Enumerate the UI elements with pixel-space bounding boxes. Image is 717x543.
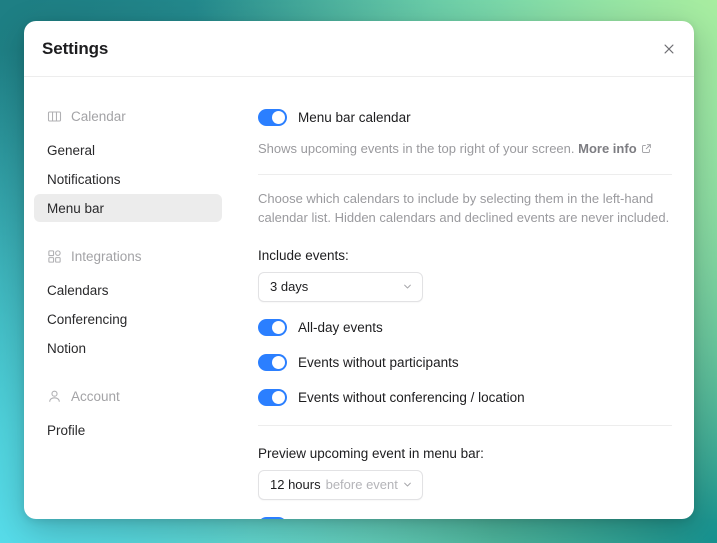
include-events-value: 3 days bbox=[270, 279, 309, 295]
all-day-events-toggle[interactable] bbox=[258, 319, 287, 337]
menu-bar-calendar-label: Menu bar calendar bbox=[298, 109, 411, 125]
events-without-conferencing-label: Events without conferencing / location bbox=[298, 390, 525, 406]
settings-sidebar: Calendar General Notifications Menu bar … bbox=[24, 77, 232, 519]
page-title: Settings bbox=[42, 38, 109, 58]
events-without-conferencing-toggle[interactable] bbox=[258, 389, 287, 407]
sidebar-section-calendar: Calendar bbox=[34, 105, 222, 127]
sidebar-section-integrations: Integrations bbox=[34, 245, 222, 267]
event-title-label: Event title bbox=[298, 518, 357, 519]
events-without-participants-row: Events without participants bbox=[258, 351, 672, 375]
blocks-grid-icon bbox=[48, 249, 61, 263]
calendar-columns-icon bbox=[47, 110, 62, 122]
all-day-events-label: All-day events bbox=[298, 320, 383, 336]
close-button[interactable] bbox=[658, 38, 680, 60]
all-day-events-row: All-day events bbox=[258, 316, 672, 340]
toggle-knob bbox=[272, 321, 285, 335]
chevron-down-icon bbox=[404, 482, 411, 487]
include-events-toggle-list: All-day events Events without participan… bbox=[258, 316, 672, 410]
toggle-knob bbox=[272, 391, 285, 405]
settings-dialog: Settings Calendar General Notifications … bbox=[24, 21, 694, 519]
chevron-down-icon bbox=[404, 284, 411, 289]
sidebar-section-label: Account bbox=[71, 388, 120, 404]
menu-bar-calendar-row: Menu bar calendar bbox=[258, 105, 672, 129]
sidebar-item-notifications[interactable]: Notifications bbox=[34, 165, 222, 193]
toggle-knob bbox=[272, 110, 285, 124]
dialog-body: Calendar General Notifications Menu bar … bbox=[24, 77, 694, 519]
more-info-link[interactable]: More info bbox=[578, 141, 637, 156]
user-icon bbox=[49, 390, 60, 402]
helper-text-body: Shows upcoming events in the top right o… bbox=[258, 141, 575, 156]
sidebar-section-label: Calendar bbox=[71, 108, 126, 124]
sidebar-section-label: Integrations bbox=[71, 248, 142, 264]
include-events-label: Include events: bbox=[258, 247, 349, 263]
preview-event-value: 12 hours bbox=[270, 477, 321, 493]
dialog-header: Settings bbox=[24, 21, 694, 77]
calendars-description: Choose which calendars to include by sel… bbox=[258, 190, 670, 226]
include-events-select[interactable]: 3 days bbox=[258, 271, 423, 302]
settings-main-panel: Menu bar calendar Shows upcoming events … bbox=[232, 77, 694, 519]
events-without-conferencing-row: Events without conferencing / location bbox=[258, 386, 672, 410]
event-title-toggle[interactable] bbox=[258, 517, 287, 519]
section-divider-2 bbox=[258, 424, 672, 426]
events-without-participants-label: Events without participants bbox=[298, 355, 459, 371]
sidebar-item-notion[interactable]: Notion bbox=[34, 334, 222, 362]
preview-event-suffix: before event bbox=[325, 477, 398, 493]
preview-toggle-list: Event title Event time bbox=[258, 514, 672, 519]
close-icon bbox=[664, 44, 674, 54]
sidebar-item-menu-bar[interactable]: Menu bar bbox=[34, 194, 222, 222]
sidebar-item-profile[interactable]: Profile bbox=[34, 416, 222, 444]
external-link-icon[interactable] bbox=[641, 143, 652, 154]
event-title-row: Event title bbox=[258, 514, 672, 519]
preview-event-label: Preview upcoming event in menu bar: bbox=[258, 445, 484, 461]
sidebar-item-general[interactable]: General bbox=[34, 136, 222, 164]
menu-bar-calendar-helper: Shows upcoming events in the top right o… bbox=[258, 140, 672, 159]
preview-event-select[interactable]: 12 hours before event bbox=[258, 469, 423, 500]
sidebar-item-calendars[interactable]: Calendars bbox=[34, 276, 222, 304]
section-divider-1 bbox=[258, 173, 672, 175]
toggle-knob bbox=[272, 356, 285, 370]
menu-bar-calendar-toggle[interactable] bbox=[258, 108, 287, 126]
events-without-participants-toggle[interactable] bbox=[258, 354, 287, 372]
sidebar-item-conferencing[interactable]: Conferencing bbox=[34, 305, 222, 333]
sidebar-section-account: Account bbox=[34, 385, 222, 407]
